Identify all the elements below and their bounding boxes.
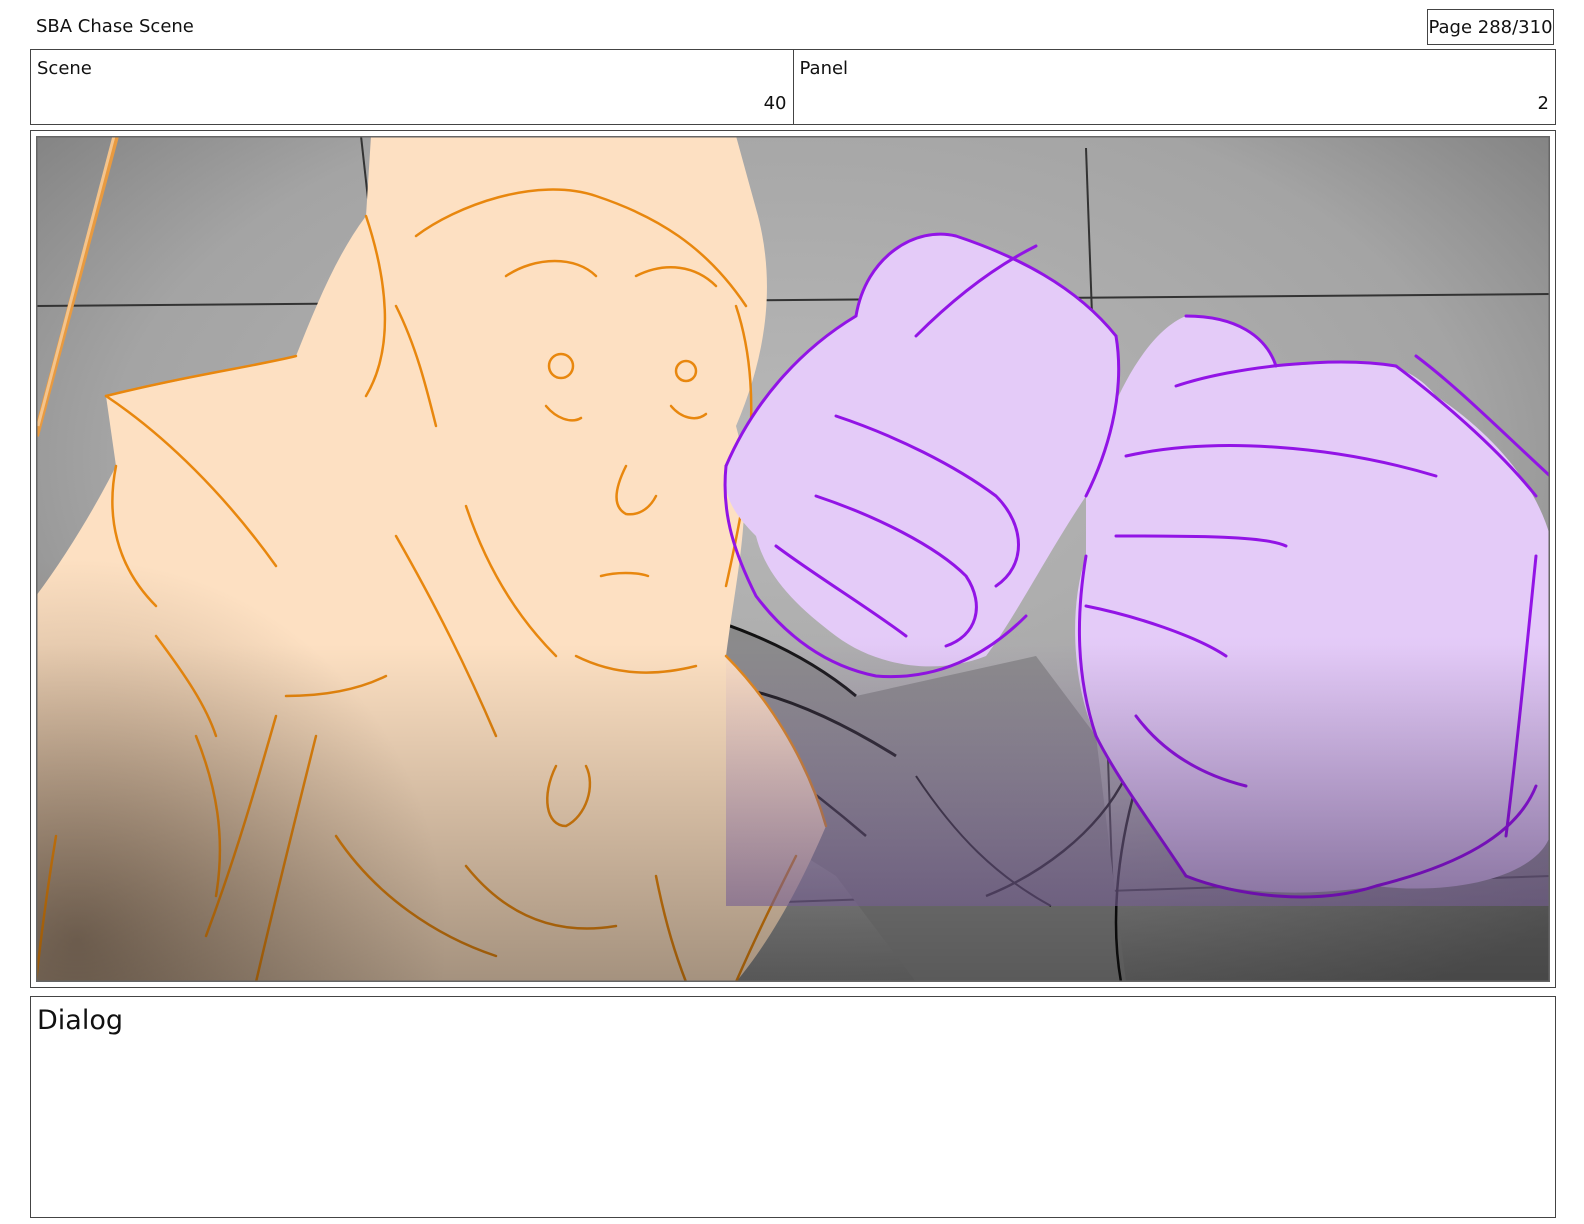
page-indicator: Page 288/310 [1427,9,1554,45]
scene-label: Scene [37,58,92,79]
storyboard-panel [30,130,1556,988]
dialog-box: Dialog [30,996,1556,1218]
dialog-label: Dialog [37,1005,123,1036]
panel-cell: Panel 2 [792,50,1556,124]
panel-label: Panel [799,58,849,79]
document-title: SBA Chase Scene [36,16,194,37]
panel-illustration [36,136,1550,982]
sketch-drawing [36,136,1550,982]
panel-number: 2 [1537,93,1549,114]
scene-number: 40 [763,93,787,114]
info-row: Scene 40 Panel 2 [30,49,1556,125]
scene-cell: Scene 40 [31,50,793,124]
